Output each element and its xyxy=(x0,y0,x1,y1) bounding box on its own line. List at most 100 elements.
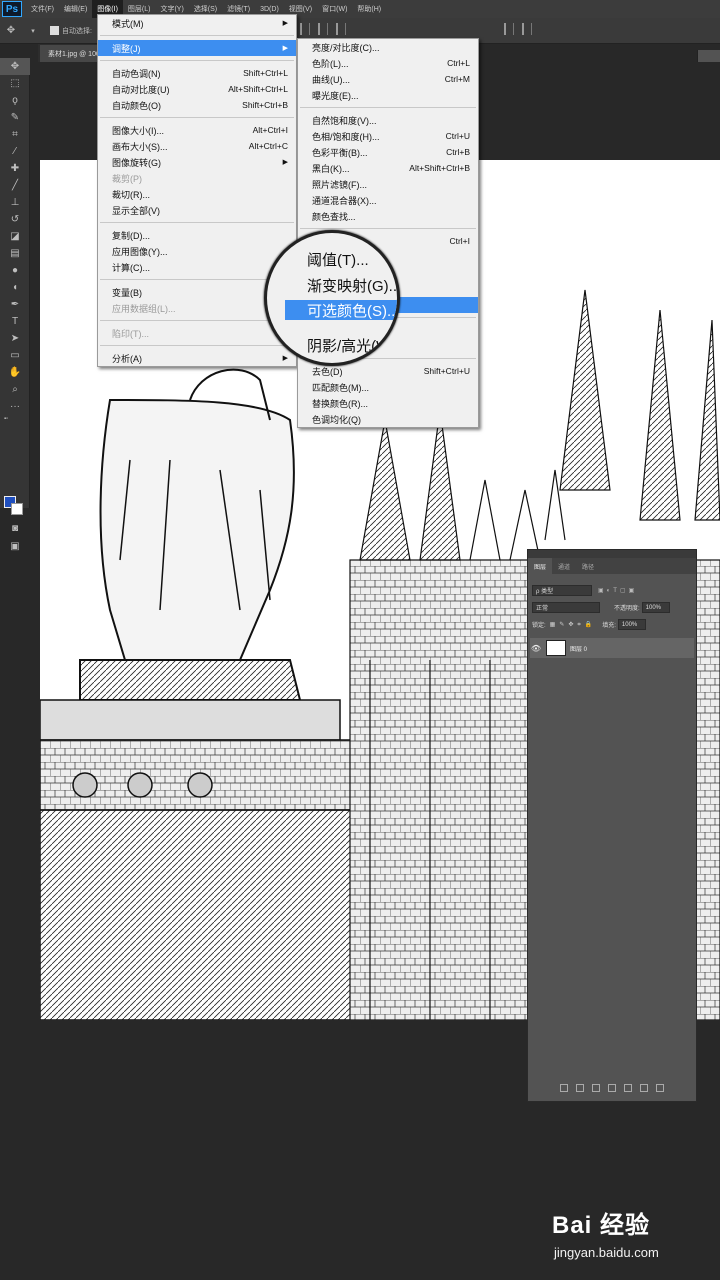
menubar-item[interactable]: 窗口(W) xyxy=(317,0,352,18)
visibility-eye-icon[interactable]: 👁 xyxy=(530,644,542,653)
menu-item[interactable]: 模式(M) ▶ xyxy=(98,15,296,31)
submenu-arrow-icon: ▶ xyxy=(282,20,288,27)
adjustment-layer-icon[interactable] xyxy=(608,1084,616,1092)
menu-item-shortcut: Ctrl+M xyxy=(444,74,470,84)
quick-select-tool-icon[interactable]: ✎ xyxy=(0,109,30,126)
menu-item[interactable]: 通道混合器(X)... xyxy=(298,192,478,208)
align-center-icon[interactable] xyxy=(318,23,328,35)
healing-brush-icon[interactable]: ✚ xyxy=(0,160,30,177)
chevron-down-icon[interactable]: ▾ xyxy=(26,24,40,38)
move-tool-icon[interactable]: ✥ xyxy=(4,24,18,38)
menu-item-label: 调整(J) xyxy=(112,43,141,54)
menu-item[interactable]: 色阶(L)... Ctrl+L xyxy=(298,55,478,71)
menubar-item[interactable]: 编辑(E) xyxy=(59,0,92,18)
menu-item[interactable]: 应用图像(Y)... xyxy=(98,243,296,259)
menu-item[interactable]: 颜色查找... xyxy=(298,208,478,224)
menu-item[interactable]: 亮度/对比度(C)... xyxy=(298,39,478,55)
menu-item-label: 裁切(R)... xyxy=(112,189,150,200)
menu-item[interactable]: 替换颜色(R)... xyxy=(298,395,478,411)
menu-item[interactable]: 色彩平衡(B)... Ctrl+B xyxy=(298,144,478,160)
menu-item[interactable]: 显示全部(V) xyxy=(98,202,296,218)
menu-item: 裁剪(P) xyxy=(98,170,296,186)
more-tools-icon[interactable]: ··· xyxy=(0,398,30,415)
menu-item[interactable]: 色相/饱和度(H)... Ctrl+U xyxy=(298,128,478,144)
distribute-icon[interactable] xyxy=(504,23,514,35)
menu-item-shortcut: Ctrl+U xyxy=(445,131,470,141)
align-right-icon[interactable] xyxy=(336,23,346,35)
filter-icons[interactable]: ▣◐T▢▣ xyxy=(598,587,637,594)
menu-item[interactable]: 图像旋转(G) ▶ xyxy=(98,154,296,170)
hand-tool-icon[interactable]: ✋ xyxy=(0,364,30,381)
link-icon[interactable] xyxy=(560,1084,568,1092)
menu-item[interactable]: 自动对比度(U) Alt+Shift+Ctrl+L xyxy=(98,81,296,97)
menubar-item[interactable]: 文件(F) xyxy=(26,0,59,18)
blend-row: 正常 不透明度: 100% xyxy=(532,601,692,614)
menu-item[interactable]: 复制(D)... xyxy=(98,227,296,243)
menu-item[interactable]: 画布大小(S)... Alt+Ctrl+C xyxy=(98,138,296,154)
eraser-tool-icon[interactable]: ◪ xyxy=(0,228,30,245)
menu-item[interactable]: 图像大小(I)... Alt+Ctrl+I xyxy=(98,122,296,138)
menu-item[interactable]: 自动色调(N) Shift+Ctrl+L xyxy=(98,65,296,81)
menu-item[interactable]: 自动颜色(O) Shift+Ctrl+B xyxy=(98,97,296,113)
layers-bottom-bar xyxy=(528,1080,696,1096)
tab-layers[interactable]: 图层 xyxy=(528,558,553,574)
shape-tool-icon[interactable]: ▭ xyxy=(0,347,30,364)
path-select-icon[interactable]: ➤ xyxy=(0,330,30,347)
group-icon[interactable] xyxy=(624,1084,632,1092)
history-brush-icon[interactable]: ↺ xyxy=(0,211,30,228)
mask-icon[interactable] xyxy=(592,1084,600,1092)
menu-item[interactable]: 曝光度(E)... xyxy=(298,87,478,103)
menu-item-shortcut: Ctrl+L xyxy=(447,58,470,68)
trash-icon[interactable] xyxy=(656,1084,664,1092)
blur-tool-icon[interactable]: ● xyxy=(0,262,30,279)
fill-input[interactable]: 100% xyxy=(617,619,646,630)
fx-icon[interactable] xyxy=(576,1084,584,1092)
new-layer-icon[interactable] xyxy=(640,1084,648,1092)
tab-channels[interactable]: 通道 xyxy=(552,558,576,574)
menu-item-label: 色阶(L)... xyxy=(312,58,349,69)
opacity-label: 不透明度: xyxy=(614,606,640,612)
type-tool-icon[interactable]: T xyxy=(0,313,30,330)
lasso-tool-icon[interactable]: ϙ xyxy=(0,92,30,109)
layer-name[interactable]: 图层 0 xyxy=(570,644,587,653)
marquee-tool-icon[interactable]: ⬚ xyxy=(0,75,30,92)
lock-icons[interactable]: ▦✎✥⌗🔒 xyxy=(550,621,597,629)
brush-tool-icon[interactable]: ╱ xyxy=(0,177,30,194)
menu-separator xyxy=(100,60,294,61)
menu-item[interactable]: 照片滤镜(F)... xyxy=(298,176,478,192)
blend-mode-select[interactable]: 正常 xyxy=(532,602,600,613)
menu-item[interactable]: 裁切(R)... xyxy=(98,186,296,202)
tab-paths[interactable]: 路径 xyxy=(576,558,600,574)
menu-item[interactable]: 计算(C)... xyxy=(98,259,296,275)
toolbox: ✥ ⬚ ϙ ✎ ⌗ ⁄ ✚ ╱ ⊥ ↺ ◪ ▤ ● ◖ ✒ T ➤ ▭ ✋ ⌕ … xyxy=(0,58,30,552)
menubar-item[interactable]: 帮助(H) xyxy=(352,0,386,18)
clone-stamp-icon[interactable]: ⊥ xyxy=(0,194,30,211)
menu-item[interactable]: 调整(J) ▶ xyxy=(98,40,296,56)
menu-item[interactable]: 自然饱和度(V)... xyxy=(298,112,478,128)
menu-item[interactable]: 曲线(U)... Ctrl+M xyxy=(298,71,478,87)
menu-item[interactable]: 黑白(K)... Alt+Shift+Ctrl+B xyxy=(298,160,478,176)
opacity-input[interactable]: 100% xyxy=(641,602,670,613)
menu-item-label: 亮度/对比度(C)... xyxy=(312,42,380,53)
default-colors-icon[interactable]: ▪▫ xyxy=(0,415,30,423)
align-left-icon[interactable] xyxy=(300,23,310,35)
layer-row[interactable]: 👁 图层 0 xyxy=(530,638,694,658)
quick-mask-icon[interactable]: ◙ xyxy=(0,520,30,537)
menu-item-shortcut: Ctrl+I xyxy=(449,236,470,246)
dodge-tool-icon[interactable]: ◖ xyxy=(0,279,30,296)
distribute-icon[interactable] xyxy=(522,23,532,35)
eyedropper-tool-icon[interactable]: ⁄ xyxy=(0,143,30,160)
menu-item[interactable]: 色调均化(Q) xyxy=(298,411,478,427)
gradient-tool-icon[interactable]: ▤ xyxy=(0,245,30,262)
menu-item[interactable]: 匹配颜色(M)... xyxy=(298,379,478,395)
filter-type-select[interactable]: ρ 类型 xyxy=(532,585,592,596)
zoom-tool-icon[interactable]: ⌕ xyxy=(0,381,30,398)
menu-separator xyxy=(100,345,294,346)
pen-tool-icon[interactable]: ✒ xyxy=(0,296,30,313)
screen-mode-icon[interactable]: ▣ xyxy=(0,538,30,555)
move-tool-icon[interactable]: ✥ xyxy=(0,58,30,75)
menu-item[interactable]: 分析(A) ▶ xyxy=(98,350,296,366)
background-color-swatch[interactable] xyxy=(11,503,23,515)
auto-select-checkbox[interactable] xyxy=(50,26,59,35)
crop-tool-icon[interactable]: ⌗ xyxy=(0,126,30,143)
